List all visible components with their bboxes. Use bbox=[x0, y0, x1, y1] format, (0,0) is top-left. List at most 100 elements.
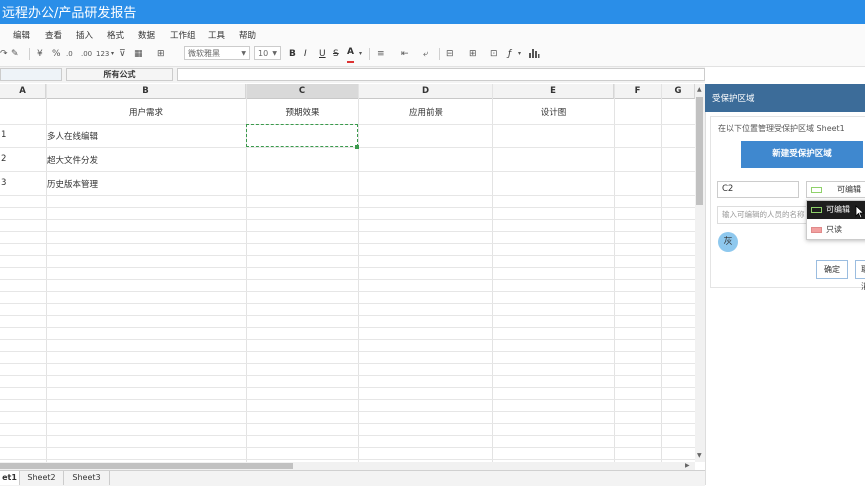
row-number: 2 bbox=[1, 154, 7, 164]
table-header-cell[interactable]: 预期效果 bbox=[246, 106, 359, 118]
formula-input[interactable] bbox=[177, 68, 705, 81]
grid-line bbox=[0, 351, 695, 352]
menu-format[interactable]: 格式 bbox=[107, 29, 124, 41]
grid-line bbox=[0, 303, 695, 304]
font-size-select[interactable]: 10 ▼ bbox=[254, 46, 281, 60]
redo-icon[interactable]: ↷ bbox=[0, 47, 8, 61]
permission-select[interactable]: 可编辑 bbox=[806, 181, 865, 198]
scroll-down-icon[interactable]: ▼ bbox=[697, 452, 702, 459]
table-header-cell[interactable]: 设计图 bbox=[493, 106, 614, 118]
scroll-right-icon[interactable]: ▶ bbox=[685, 462, 690, 469]
grid-line bbox=[0, 459, 695, 460]
tab-sheet3[interactable]: Sheet3 bbox=[64, 471, 110, 485]
vertical-scroll-thumb[interactable] bbox=[696, 97, 703, 205]
toolbar bbox=[0, 44, 865, 67]
grid-line bbox=[0, 435, 695, 436]
menu-data[interactable]: 数据 bbox=[138, 29, 155, 41]
grid-line bbox=[0, 363, 695, 364]
chevron-down-icon: ▼ bbox=[272, 50, 277, 57]
new-protected-range-button[interactable]: 新建受保护区域 bbox=[741, 141, 863, 168]
decrease-decimal-button[interactable]: .0 bbox=[66, 47, 73, 61]
readonly-swatch-icon bbox=[811, 227, 822, 233]
menu-edit[interactable]: 编辑 bbox=[13, 29, 30, 41]
chevron-down-icon[interactable]: ▾ bbox=[518, 47, 521, 61]
fill-handle[interactable] bbox=[355, 145, 359, 149]
all-formulas-button[interactable]: 所有公式 bbox=[66, 68, 173, 81]
font-name-select[interactable]: 微软雅黑 ▼ bbox=[184, 46, 250, 60]
format-painter-icon[interactable]: ✎ bbox=[11, 47, 19, 61]
scroll-up-icon[interactable]: ▲ bbox=[697, 86, 702, 93]
column-header-b[interactable]: B bbox=[46, 84, 246, 99]
spreadsheet-grid[interactable]: A B C D E F G 用户需求 预期效果 应用前景 设计图 1 多人在线编… bbox=[0, 84, 695, 462]
menu-view[interactable]: 查看 bbox=[45, 29, 62, 41]
menu-insert[interactable]: 插入 bbox=[76, 29, 93, 41]
function-icon[interactable]: ƒ bbox=[508, 47, 511, 61]
chevron-down-icon: ▼ bbox=[241, 50, 246, 57]
table-cell[interactable]: 历史版本管理 bbox=[47, 178, 98, 190]
row-number: 3 bbox=[1, 178, 7, 188]
align-icon[interactable]: ≡ bbox=[377, 47, 385, 61]
table-icon[interactable]: ▦ bbox=[134, 47, 143, 61]
tab-sheet2[interactable]: Sheet2 bbox=[20, 471, 64, 485]
cursor-icon bbox=[855, 205, 865, 219]
insert-row-icon[interactable]: ⊟ bbox=[446, 47, 454, 61]
toolbar-divider bbox=[439, 48, 440, 60]
table-cell[interactable]: 多人在线编辑 bbox=[47, 130, 98, 142]
column-header-d[interactable]: D bbox=[359, 84, 493, 99]
chevron-down-icon[interactable]: ▾ bbox=[111, 47, 114, 61]
cancel-button[interactable]: 取消 bbox=[855, 260, 865, 291]
dropdown-option-readonly[interactable]: 只读 bbox=[807, 221, 865, 239]
filter-icon[interactable]: ⊽ bbox=[119, 47, 126, 61]
merge-icon[interactable]: ⊡ bbox=[490, 47, 498, 61]
title-bar: 远程办公/产品研发报告 bbox=[0, 0, 865, 24]
grid-line bbox=[492, 84, 493, 462]
strikethrough-button[interactable]: S bbox=[333, 47, 339, 61]
font-color-button[interactable]: A bbox=[347, 47, 354, 63]
menu-tools[interactable]: 工具 bbox=[208, 29, 225, 41]
insert-col-icon[interactable]: ⊞ bbox=[469, 47, 477, 61]
avatar[interactable]: 灰 bbox=[718, 232, 738, 252]
grid-line bbox=[0, 147, 695, 148]
table-cell[interactable]: 超大文件分发 bbox=[47, 154, 98, 166]
bold-button[interactable]: B bbox=[289, 47, 296, 61]
italic-button[interactable]: I bbox=[304, 47, 307, 61]
column-header-e[interactable]: E bbox=[493, 84, 614, 99]
grid-line bbox=[0, 411, 695, 412]
indent-icon[interactable]: ⇤ bbox=[401, 47, 409, 61]
column-header-f[interactable]: F bbox=[614, 84, 662, 99]
column-header-g[interactable]: G bbox=[662, 84, 695, 99]
user-name-input[interactable]: 输入可编辑的人员的名称 bbox=[717, 206, 812, 224]
horizontal-scroll-thumb[interactable] bbox=[0, 463, 293, 469]
column-header-c[interactable]: C bbox=[246, 84, 359, 99]
table-header-cell[interactable]: 用户需求 bbox=[46, 106, 246, 118]
grid-line bbox=[0, 231, 695, 232]
grid-line bbox=[0, 399, 695, 400]
chart-icon[interactable] bbox=[528, 47, 540, 59]
document-title: 远程办公/产品研发报告 bbox=[2, 6, 137, 21]
border-icon[interactable]: ⊞ bbox=[157, 47, 165, 61]
percent-button[interactable]: % bbox=[52, 47, 61, 61]
column-header-a[interactable]: A bbox=[0, 84, 46, 99]
panel-header: 受保护区域 bbox=[705, 84, 865, 112]
number-format-button[interactable]: 123 bbox=[96, 47, 109, 61]
table-header-cell[interactable]: 应用前景 bbox=[359, 106, 493, 118]
currency-button[interactable]: ¥ bbox=[37, 47, 43, 61]
range-input[interactable]: C2 bbox=[717, 181, 799, 198]
menu-bar bbox=[0, 24, 865, 44]
grid-line bbox=[0, 267, 695, 268]
font-name-value: 微软雅黑 bbox=[188, 49, 220, 58]
chevron-down-icon[interactable]: ▾ bbox=[359, 47, 362, 61]
panel-description: 在以下位置管理受保护区域 Sheet1 bbox=[718, 124, 845, 133]
underline-button[interactable]: U bbox=[319, 47, 326, 61]
menu-help[interactable]: 帮助 bbox=[239, 29, 256, 41]
selected-cell[interactable] bbox=[246, 124, 358, 147]
menu-workgroup[interactable]: 工作组 bbox=[170, 29, 196, 41]
name-box[interactable] bbox=[0, 68, 62, 81]
grid-line bbox=[0, 291, 695, 292]
editable-swatch-icon bbox=[811, 207, 822, 213]
ok-button[interactable]: 确定 bbox=[816, 260, 848, 279]
tab-sheet1[interactable]: et1 bbox=[0, 471, 20, 485]
grid-line bbox=[358, 84, 359, 462]
increase-decimal-button[interactable]: .00 bbox=[81, 47, 92, 61]
wrap-icon[interactable]: ⤶ bbox=[423, 47, 428, 61]
